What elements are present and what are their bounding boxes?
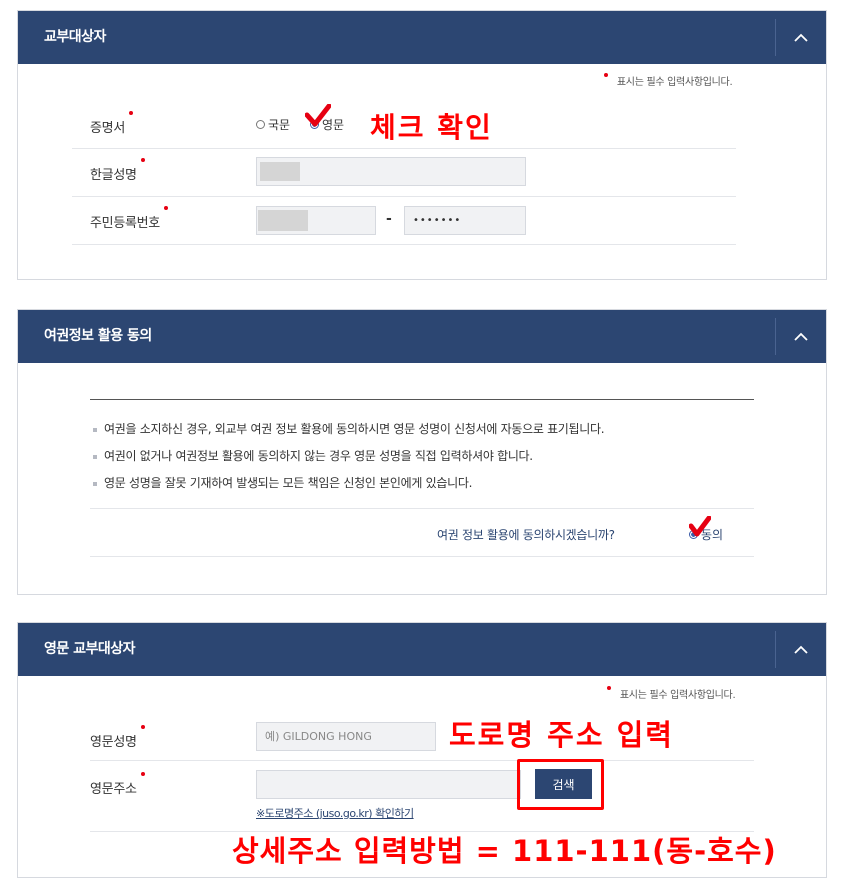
required-dot-icon [163,206,168,210]
row-divider [72,244,736,245]
chevron-up-icon [794,645,808,654]
passport-panel-header: 여권정보 활용 동의 [18,310,826,363]
chevron-up-icon [794,33,808,42]
row-divider [72,148,736,149]
detail-address-annotation: 상세주소 입력방법 = 111-111(동-호수) [232,834,777,868]
radio-circle-icon [256,120,265,129]
english-name-input[interactable]: 예) GILDONG HONG [256,722,436,751]
radio-korean[interactable]: 국문 [256,116,290,133]
info-bullet: 영문 성명을 잘못 기재하여 발생되는 모든 책임은 신청인 본인에게 있습니다… [93,474,472,491]
certificate-label: 증명서 [90,111,133,136]
collapse-toggle[interactable] [775,631,826,668]
info-top-border [90,399,754,400]
consent-question: 여권 정보 활용에 동의하시겠습니까? [437,528,615,542]
road-address-link[interactable]: ※도로명주소 (juso.go.kr) 확인하기 [256,805,414,821]
recipient-panel-title: 교부대상자 [44,29,106,45]
english-address-input[interactable] [256,770,521,799]
row-divider [72,196,736,197]
red-checkmark-icon [305,104,331,127]
check-annotation: 체크 확인 [370,111,493,144]
required-dot-icon [128,111,133,115]
recipient-panel-header: 교부대상자 [18,11,826,64]
english-address-label: 영문주소 [90,772,145,797]
rrn-back-input[interactable]: ••••••• [404,206,526,235]
required-dot-icon [140,772,145,776]
required-dot-icon [140,158,145,162]
consent-divider [90,556,754,557]
english-panel-title: 영문 교부대상자 [44,641,136,657]
row-divider [90,760,754,761]
english-panel-header: 영문 교부대상자 [18,623,826,676]
english-name-label: 영문성명 [90,725,145,750]
required-dot-icon [140,725,145,729]
required-dot-icon [607,686,611,690]
required-note: 표시는 필수 입력사항입니다. [604,73,733,88]
rrn-label: 주민등록번호 [90,206,168,231]
redacted-name [260,162,300,181]
red-checkmark-icon [689,516,711,537]
info-bullet: 여권이 없거나 여권정보 활용에 동의하지 않는 경우 영문 성명을 직접 입력… [93,447,533,464]
collapse-toggle[interactable] [775,318,826,355]
chevron-up-icon [794,332,808,341]
korean-name-label: 한글성명 [90,158,145,183]
search-button[interactable]: 검색 [535,769,592,799]
info-divider [90,508,754,509]
road-address-annotation: 도로명 주소 입력 [449,718,674,752]
rrn-dash: - [386,211,392,227]
required-note: 표시는 필수 입력사항입니다. [607,686,736,701]
redacted-rrn [258,210,308,231]
info-bullet: 여권을 소지하신 경우, 외교부 여권 정보 활용에 동의하시면 영문 성명이 … [93,420,605,437]
passport-panel-title: 여권정보 활용 동의 [44,328,152,344]
collapse-toggle[interactable] [775,19,826,56]
required-dot-icon [604,73,608,77]
